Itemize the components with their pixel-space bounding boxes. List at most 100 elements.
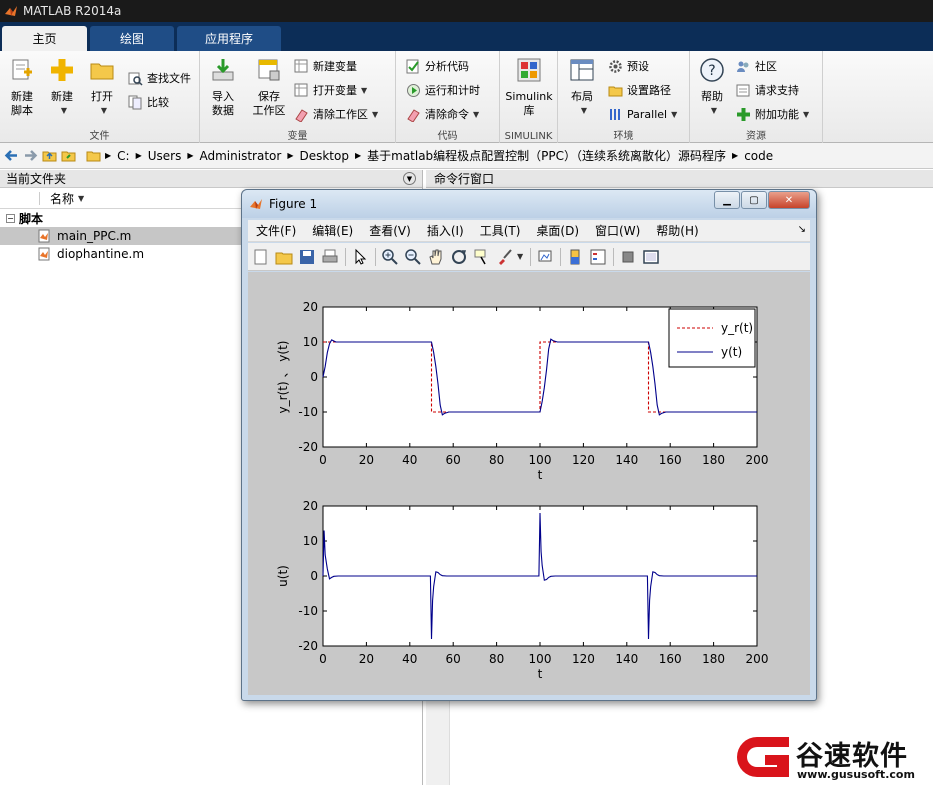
zoom-in-icon[interactable]	[381, 248, 399, 266]
column-name-label[interactable]: 名称	[50, 190, 74, 207]
link-plot-icon[interactable]	[536, 248, 554, 266]
path-segment[interactable]: Users	[148, 149, 182, 163]
chevron-down-icon: ▼	[60, 106, 68, 115]
ribbon-group-code: 分析代码 运行和计时 清除命令 ▼ 代码	[396, 51, 500, 143]
new-figure-icon[interactable]	[252, 248, 270, 266]
svg-text:?: ?	[708, 63, 715, 79]
menu-window[interactable]: 窗口(W)	[587, 222, 648, 239]
menu-view[interactable]: 查看(V)	[361, 222, 419, 239]
menu-desktop[interactable]: 桌面(D)	[528, 222, 587, 239]
app-title: MATLAB R2014a	[23, 4, 122, 18]
column-selector[interactable]	[26, 191, 40, 205]
watermark-logo-icon	[737, 737, 789, 777]
panel-title: 命令行窗口	[434, 172, 495, 186]
y-tick-label: 10	[303, 335, 318, 349]
request-support-icon	[736, 84, 750, 96]
run-and-time-button[interactable]: 运行和计时	[406, 81, 480, 99]
preferences-button[interactable]: 预设	[608, 57, 649, 75]
compare-icon	[128, 95, 142, 109]
import-data-button[interactable]: 导入 数据	[203, 57, 243, 118]
up-folder-icon[interactable]	[42, 148, 57, 163]
menu-insert[interactable]: 插入(I)	[419, 222, 472, 239]
save-workspace-icon	[258, 59, 280, 81]
tab-plots[interactable]: 绘图	[90, 26, 174, 51]
show-plot-tools-icon[interactable]	[642, 248, 660, 266]
open-file-icon[interactable]	[275, 248, 293, 266]
pan-hand-icon[interactable]	[427, 248, 445, 266]
figure-window: Figure 1 ▁ ▢ ✕ 文件(F) 编辑(E) 查看(V) 插入(I) 工…	[241, 189, 817, 701]
x-tick-label: 20	[359, 453, 374, 467]
path-segment[interactable]: code	[744, 149, 773, 163]
panel-actions-chevron-icon[interactable]: ▼	[403, 172, 416, 185]
chevron-down-icon: ▼	[710, 106, 718, 115]
set-path-button[interactable]: 设置路径	[608, 81, 671, 99]
path-segment[interactable]: C:	[117, 149, 129, 163]
data-cursor-icon[interactable]	[473, 248, 491, 266]
set-path-icon	[608, 86, 623, 96]
save-icon[interactable]	[298, 248, 316, 266]
new-button[interactable]: 新建 ▼	[42, 57, 82, 118]
clear-commands-button[interactable]: 清除命令 ▼	[406, 105, 479, 123]
forward-arrow-icon[interactable]	[23, 148, 38, 163]
legend-icon[interactable]	[589, 248, 607, 266]
edit-plot-pointer-icon[interactable]	[351, 248, 369, 266]
clear-workspace-button[interactable]: 清除工作区 ▼	[294, 105, 378, 123]
browse-folder-icon[interactable]	[61, 148, 76, 163]
y-tick-label: 20	[303, 300, 318, 314]
figure-menubar: 文件(F) 编辑(E) 查看(V) 插入(I) 工具(T) 桌面(D) 窗口(W…	[248, 220, 810, 242]
help-button[interactable]: ? 帮助 ▼	[692, 57, 732, 118]
compare-button[interactable]: 比较	[128, 93, 169, 111]
menu-edit[interactable]: 编辑(E)	[304, 222, 361, 239]
find-files-button[interactable]: 查找文件	[128, 69, 191, 87]
community-button[interactable]: 社区	[736, 57, 777, 75]
tab-apps[interactable]: 应用程序	[177, 26, 281, 51]
add-ons-button[interactable]: 附加功能 ▼	[736, 105, 809, 123]
close-button[interactable]: ✕	[768, 191, 810, 209]
new-variable-icon	[294, 59, 308, 72]
request-support-button[interactable]: 请求支持	[736, 81, 799, 99]
zoom-out-icon[interactable]	[404, 248, 422, 266]
chevron-down-icon[interactable]: ▼	[517, 252, 523, 261]
new-variable-button[interactable]: 新建变量	[294, 57, 357, 75]
x-tick-label: 60	[446, 652, 461, 666]
layout-button[interactable]: 布局 ▼	[562, 57, 602, 118]
collapse-icon[interactable]: −	[6, 213, 15, 223]
open-button[interactable]: 打开 ▼	[82, 57, 122, 118]
path-segment[interactable]: Desktop	[299, 149, 349, 163]
run-and-time-icon	[407, 83, 420, 97]
menu-help[interactable]: 帮助(H)	[648, 222, 706, 239]
x-tick-label: 140	[615, 453, 638, 467]
maximize-button[interactable]: ▢	[741, 191, 767, 209]
back-arrow-icon[interactable]	[4, 148, 19, 163]
group-label-resources: 资源	[746, 131, 766, 142]
figure-title: Figure 1	[269, 197, 318, 211]
minimize-button[interactable]: ▁	[714, 191, 740, 209]
menu-file[interactable]: 文件(F)	[248, 222, 304, 239]
open-variable-button[interactable]: 打开变量 ▼	[294, 81, 367, 99]
brush-icon[interactable]	[496, 248, 514, 266]
menu-tools[interactable]: 工具(T)	[472, 222, 529, 239]
new-script-button[interactable]: 新建 脚本	[2, 57, 42, 118]
open-variable-icon	[294, 83, 308, 96]
figure-canvas[interactable]: 0 20 40 60 80 100 120 140 160 180 200 -20 -10 0 10 20 t y…	[248, 272, 810, 695]
path-segment[interactable]: 基于matlab编程极点配置控制（PPC）（连续系统离散化）源码程序	[367, 147, 726, 164]
group-label-environment: 环境	[613, 131, 634, 142]
x-axis-label: t	[538, 667, 543, 681]
x-tick-label: 0	[319, 453, 327, 467]
rotate-3d-icon[interactable]	[450, 248, 468, 266]
dock-arrow-icon[interactable]: ↘	[798, 224, 806, 235]
tab-home[interactable]: 主页	[2, 26, 87, 51]
x-tick-label: 60	[446, 453, 461, 467]
address-path[interactable]: ▶ C: ▶ Users ▶ Administrator ▶ Desktop ▶…	[86, 147, 779, 164]
figure-title-bar[interactable]: Figure 1 ▁ ▢ ✕	[242, 190, 816, 218]
print-icon[interactable]	[321, 248, 339, 266]
figure-plots: 0 20 40 60 80 100 120 140 160 180 200-20-1001020ty…	[276, 300, 768, 681]
analyze-code-button[interactable]: 分析代码	[406, 57, 469, 75]
hide-plot-tools-icon[interactable]	[619, 248, 637, 266]
sort-arrow-icon[interactable]: ▼	[78, 194, 84, 203]
simulink-library-button[interactable]: Simulink 库	[504, 57, 554, 118]
save-workspace-button[interactable]: 保存 工作区	[245, 57, 293, 118]
path-segment[interactable]: Administrator	[200, 149, 282, 163]
parallel-button[interactable]: Parallel ▼	[608, 105, 677, 123]
colorbar-icon[interactable]	[566, 248, 584, 266]
